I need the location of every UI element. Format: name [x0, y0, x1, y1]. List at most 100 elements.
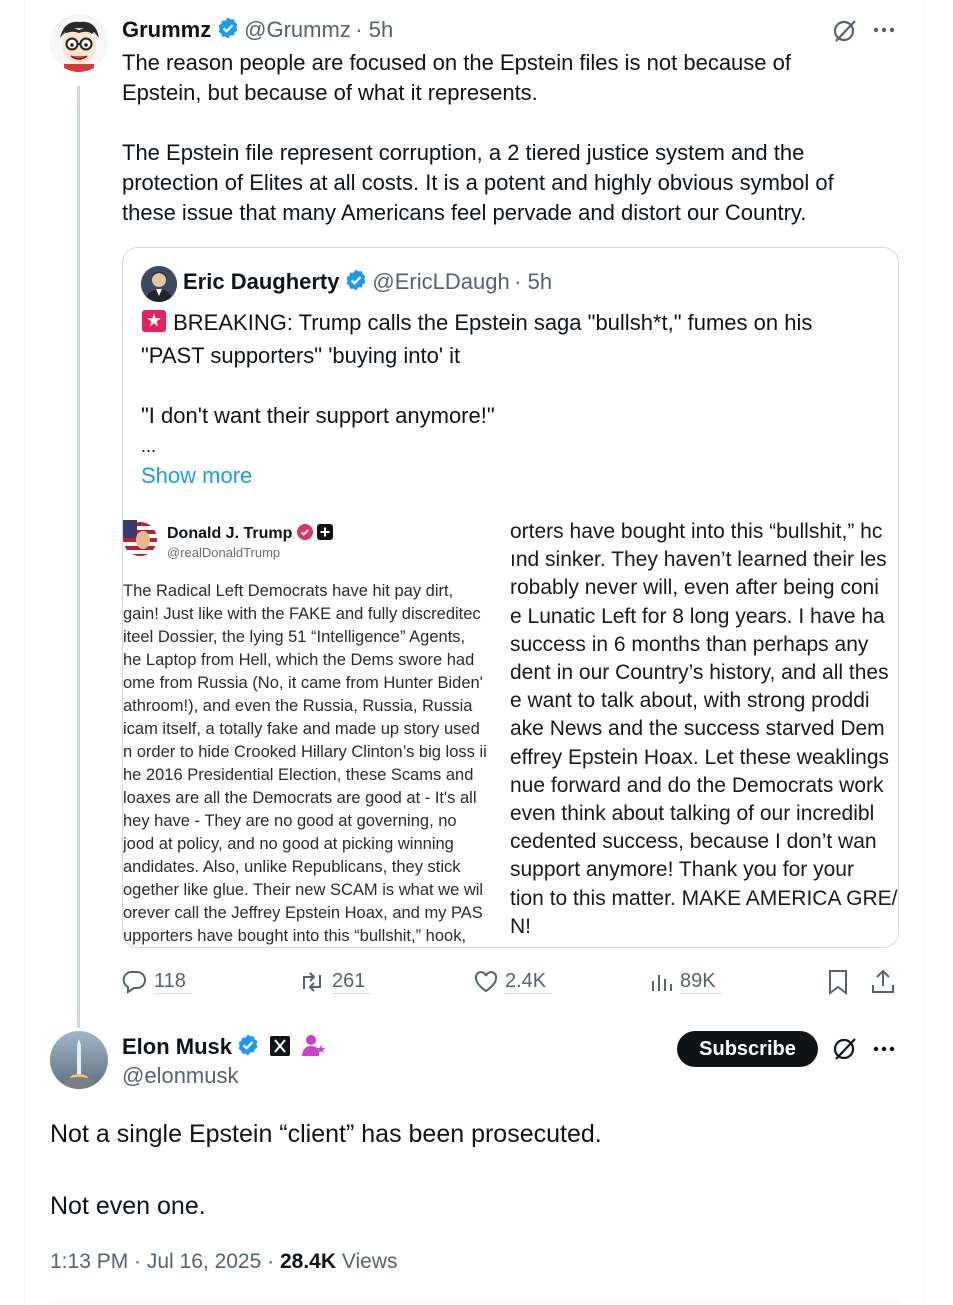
- quote-time[interactable]: · 5h: [514, 269, 552, 294]
- reply-views-label: Views: [341, 1250, 398, 1273]
- elon-avatar[interactable]: [50, 1031, 108, 1089]
- embedded-line: jood at policy, and no good at picking w…: [123, 835, 454, 853]
- thread-connector-line: [77, 86, 80, 1028]
- cartoon-face-icon: [50, 14, 108, 72]
- verified-badge-icon: [236, 1033, 260, 1062]
- reply-author-handle[interactable]: @elonmusk: [122, 1063, 239, 1089]
- bookmark-icon[interactable]: [826, 968, 850, 1001]
- rocket-launch-avatar-icon: [50, 1031, 108, 1089]
- embedded-line: icam itself, a totally fake and made up …: [123, 720, 480, 738]
- reply-author-name[interactable]: Elon Musk: [122, 1034, 232, 1059]
- quote-text: BREAKING: Trump calls the Epstein saga "…: [141, 308, 881, 491]
- tweet-text-line: Epstein, but because of what it represen…: [122, 80, 538, 105]
- person-avatar-icon: [141, 266, 177, 302]
- repost-count: 261: [332, 970, 372, 994]
- embedded-line: ome from Russia (No, it came from Hunter…: [123, 674, 483, 692]
- quote-text-line: "PAST supporters" 'buying into' it: [141, 343, 461, 368]
- embedded-line: orters have bought into this “bullshit,”…: [510, 520, 883, 543]
- embedded-line: ınd sinker. They haven’t learned their l…: [510, 548, 887, 572]
- embedded-line: andidates. Also, unlike Republicans, the…: [123, 858, 461, 876]
- embedded-line: hey have - They are no good at governing…: [123, 812, 457, 830]
- embedded-author-name: Donald J. Trump: [167, 524, 334, 545]
- reply-views-count: 28.4K: [279, 1250, 337, 1273]
- like-count: 2.4K: [505, 970, 553, 994]
- embedded-line: loaxes are all the Democrats are good at…: [123, 789, 477, 807]
- quote-header: Eric Daugherty @EricLDaugh · 5h: [183, 268, 552, 297]
- x-affiliate-icon[interactable]: [269, 1035, 291, 1062]
- quote-author-handle[interactable]: @EricLDaugh: [372, 269, 509, 294]
- grok-icon[interactable]: [832, 1036, 858, 1067]
- like-button[interactable]: 2.4K: [473, 966, 553, 998]
- tweet-text-line: The Epstein file represent corruption, a…: [122, 140, 805, 165]
- more-options-icon[interactable]: [872, 1039, 896, 1064]
- reply-button[interactable]: 118: [122, 966, 192, 998]
- quote-author-name[interactable]: Eric Daugherty: [183, 269, 340, 294]
- eric-avatar[interactable]: [141, 266, 177, 302]
- verified-badge-icon: [344, 268, 368, 297]
- grummz-avatar[interactable]: [50, 14, 108, 72]
- verified-badge-icon: [216, 16, 240, 45]
- show-more-link[interactable]: Show more: [141, 461, 881, 491]
- reply-count: 118: [154, 970, 192, 994]
- government-person-icon[interactable]: [301, 1033, 327, 1062]
- heart-icon: [474, 971, 498, 993]
- embedded-line: even think about talking of our incredib…: [510, 802, 875, 826]
- reply-meta: 1:13 PM · Jul 16, 2025 · 28.4K Views: [50, 1250, 398, 1274]
- embedded-line: n order to hide Crooked Hillary Clinton’…: [123, 743, 487, 761]
- plus-badge-icon: [317, 524, 334, 545]
- tweet-text-line: protection of Elites at all costs. It is…: [122, 170, 834, 195]
- embedded-truth-social-image[interactable]: Donald J. Trump @realDonaldTrump The Rad…: [123, 506, 898, 947]
- reply-text-1: Not a single Epstein “client” has been p…: [50, 1120, 602, 1148]
- embedded-line: success in 6 months than perhaps any: [510, 632, 869, 656]
- quote-text-line: "I don't want their support anymore!": [141, 403, 495, 428]
- reply-header: Elon Musk: [122, 1033, 327, 1062]
- embedded-line: ogether like glue. Their new SCAM is wha…: [123, 881, 484, 899]
- tweet-time[interactable]: · 5h: [355, 17, 393, 42]
- repost-button[interactable]: 261: [298, 966, 372, 998]
- flag-avatar-icon: [123, 520, 157, 556]
- embedded-author-handle: @realDonaldTrump: [167, 545, 281, 560]
- embedded-line: e want to talk about, with strong proddi: [510, 689, 870, 713]
- quote-text-line: BREAKING: Trump calls the Epstein saga "…: [173, 310, 813, 335]
- embedded-name-text: Donald J. Trump: [167, 525, 293, 542]
- embedded-line: gain! Just like with the FAKE and fully …: [123, 605, 481, 623]
- embedded-line: e Lunatic Left for 8 long years. I have …: [510, 604, 885, 628]
- embedded-line: effrey Epstein Hoax. Let these weaklings: [510, 745, 889, 769]
- tweet-text-line: these issue that many Americans feel per…: [122, 200, 807, 225]
- subscribe-button[interactable]: Subscribe: [677, 1031, 818, 1067]
- tweet-header: Grummz @Grummz · 5h: [122, 16, 393, 46]
- reply-icon: [122, 970, 146, 994]
- embedded-line: he Laptop from Hell, which the Dems swor…: [123, 651, 475, 669]
- share-icon[interactable]: [870, 968, 896, 1001]
- grok-icon[interactable]: [832, 18, 858, 49]
- embedded-line: ake News and the success starved Dem: [510, 717, 885, 741]
- tweet-text-line: The reason people are focused on the Eps…: [122, 50, 791, 75]
- author-name[interactable]: Grummz: [122, 17, 211, 42]
- views-button[interactable]: 89K: [650, 966, 722, 998]
- embedded-line: iteel Dossier, the lying 51 “Intelligenc…: [123, 628, 466, 646]
- views-count: 89K: [680, 970, 722, 994]
- repost-icon: [303, 972, 321, 992]
- embedded-line: upporters have bought into this “bullshi…: [123, 927, 467, 945]
- embedded-line: N!: [510, 914, 531, 938]
- embedded-line: robably never will, even after being con…: [510, 576, 879, 600]
- embedded-line: athroom!), and even the Russia, Russia, …: [123, 697, 473, 715]
- embedded-line: cedented success, because I don’t wan: [510, 830, 877, 854]
- embedded-left-column: The Radical Left Democrats have hit pay …: [123, 580, 508, 947]
- embedded-line: support anymore! Thank you for your: [510, 858, 854, 882]
- embedded-line: dent in our Country’s history, and all t…: [510, 661, 889, 685]
- embedded-line: nue forward and do the Democrats work: [510, 773, 884, 797]
- more-options-icon[interactable]: [872, 20, 896, 45]
- analytics-icon: [652, 975, 672, 991]
- author-handle[interactable]: @Grummz: [244, 17, 351, 42]
- reply-timestamp[interactable]: 1:13 PM · Jul 16, 2025 ·: [50, 1250, 274, 1273]
- quoted-tweet-card[interactable]: Eric Daugherty @EricLDaugh · 5h BREAKING…: [122, 247, 899, 948]
- siren-icon: [141, 309, 167, 341]
- embedded-line: tion to this matter. MAKE AMERICA GRE/: [510, 886, 898, 910]
- embedded-line: he 2016 Presidential Election, these Sca…: [123, 766, 474, 784]
- quote-ellipsis: ...: [141, 436, 157, 456]
- verified-red-icon: [296, 524, 313, 545]
- embedded-line: orever call the Jeffrey Epstein Hoax, an…: [123, 904, 483, 922]
- embedded-right-column: orters have bought into this “bullshit,”…: [510, 518, 898, 941]
- divider: [50, 1302, 900, 1303]
